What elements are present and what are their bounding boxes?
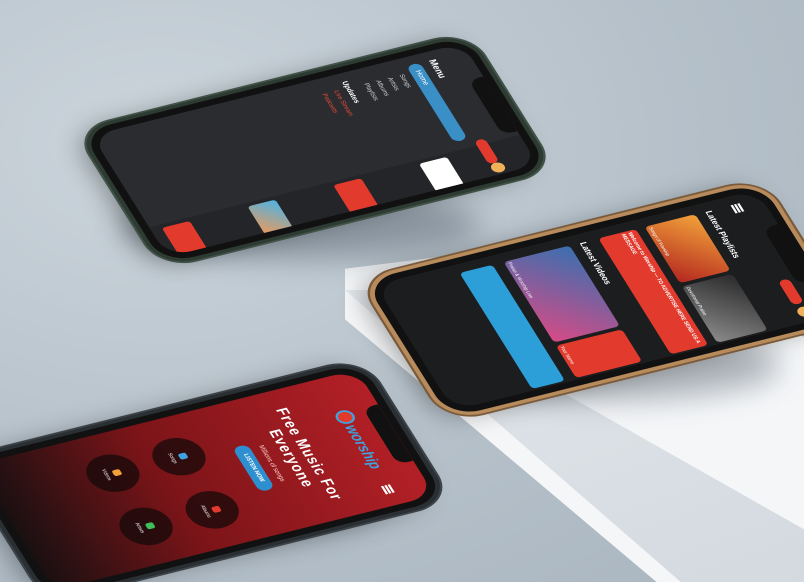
notification-badge[interactable] bbox=[777, 278, 804, 306]
category-artists[interactable]: Artists bbox=[110, 502, 182, 551]
video-label: Praise & Worship Live bbox=[506, 261, 535, 299]
playlist-label: Songs of Worship bbox=[647, 226, 672, 257]
album-icon bbox=[210, 504, 223, 513]
product-mockup-scene: Menu Home Songs Artists Albums Playlists… bbox=[0, 0, 804, 582]
hamburger-menu-icon[interactable] bbox=[380, 484, 395, 495]
playlist-label: Devotional Praise bbox=[685, 286, 709, 316]
thumbnail[interactable] bbox=[418, 156, 465, 192]
avatar[interactable] bbox=[794, 305, 804, 319]
artist-icon bbox=[144, 521, 157, 530]
video-label: Your Name bbox=[559, 345, 576, 365]
category-songs[interactable]: Songs bbox=[143, 432, 215, 481]
music-note-icon bbox=[177, 451, 189, 460]
thumbnail[interactable] bbox=[333, 178, 379, 214]
category-videos[interactable]: Videos bbox=[77, 449, 149, 497]
hamburger-menu-icon[interactable] bbox=[730, 203, 745, 214]
video-icon bbox=[111, 468, 123, 476]
thumbnail[interactable] bbox=[161, 220, 208, 256]
notification-badge[interactable] bbox=[474, 138, 500, 165]
listen-now-button[interactable]: LISTEN NOW bbox=[232, 444, 275, 492]
category-albums[interactable]: Albums bbox=[176, 486, 248, 534]
avatar[interactable] bbox=[488, 161, 508, 174]
thumbnail[interactable] bbox=[247, 199, 293, 235]
